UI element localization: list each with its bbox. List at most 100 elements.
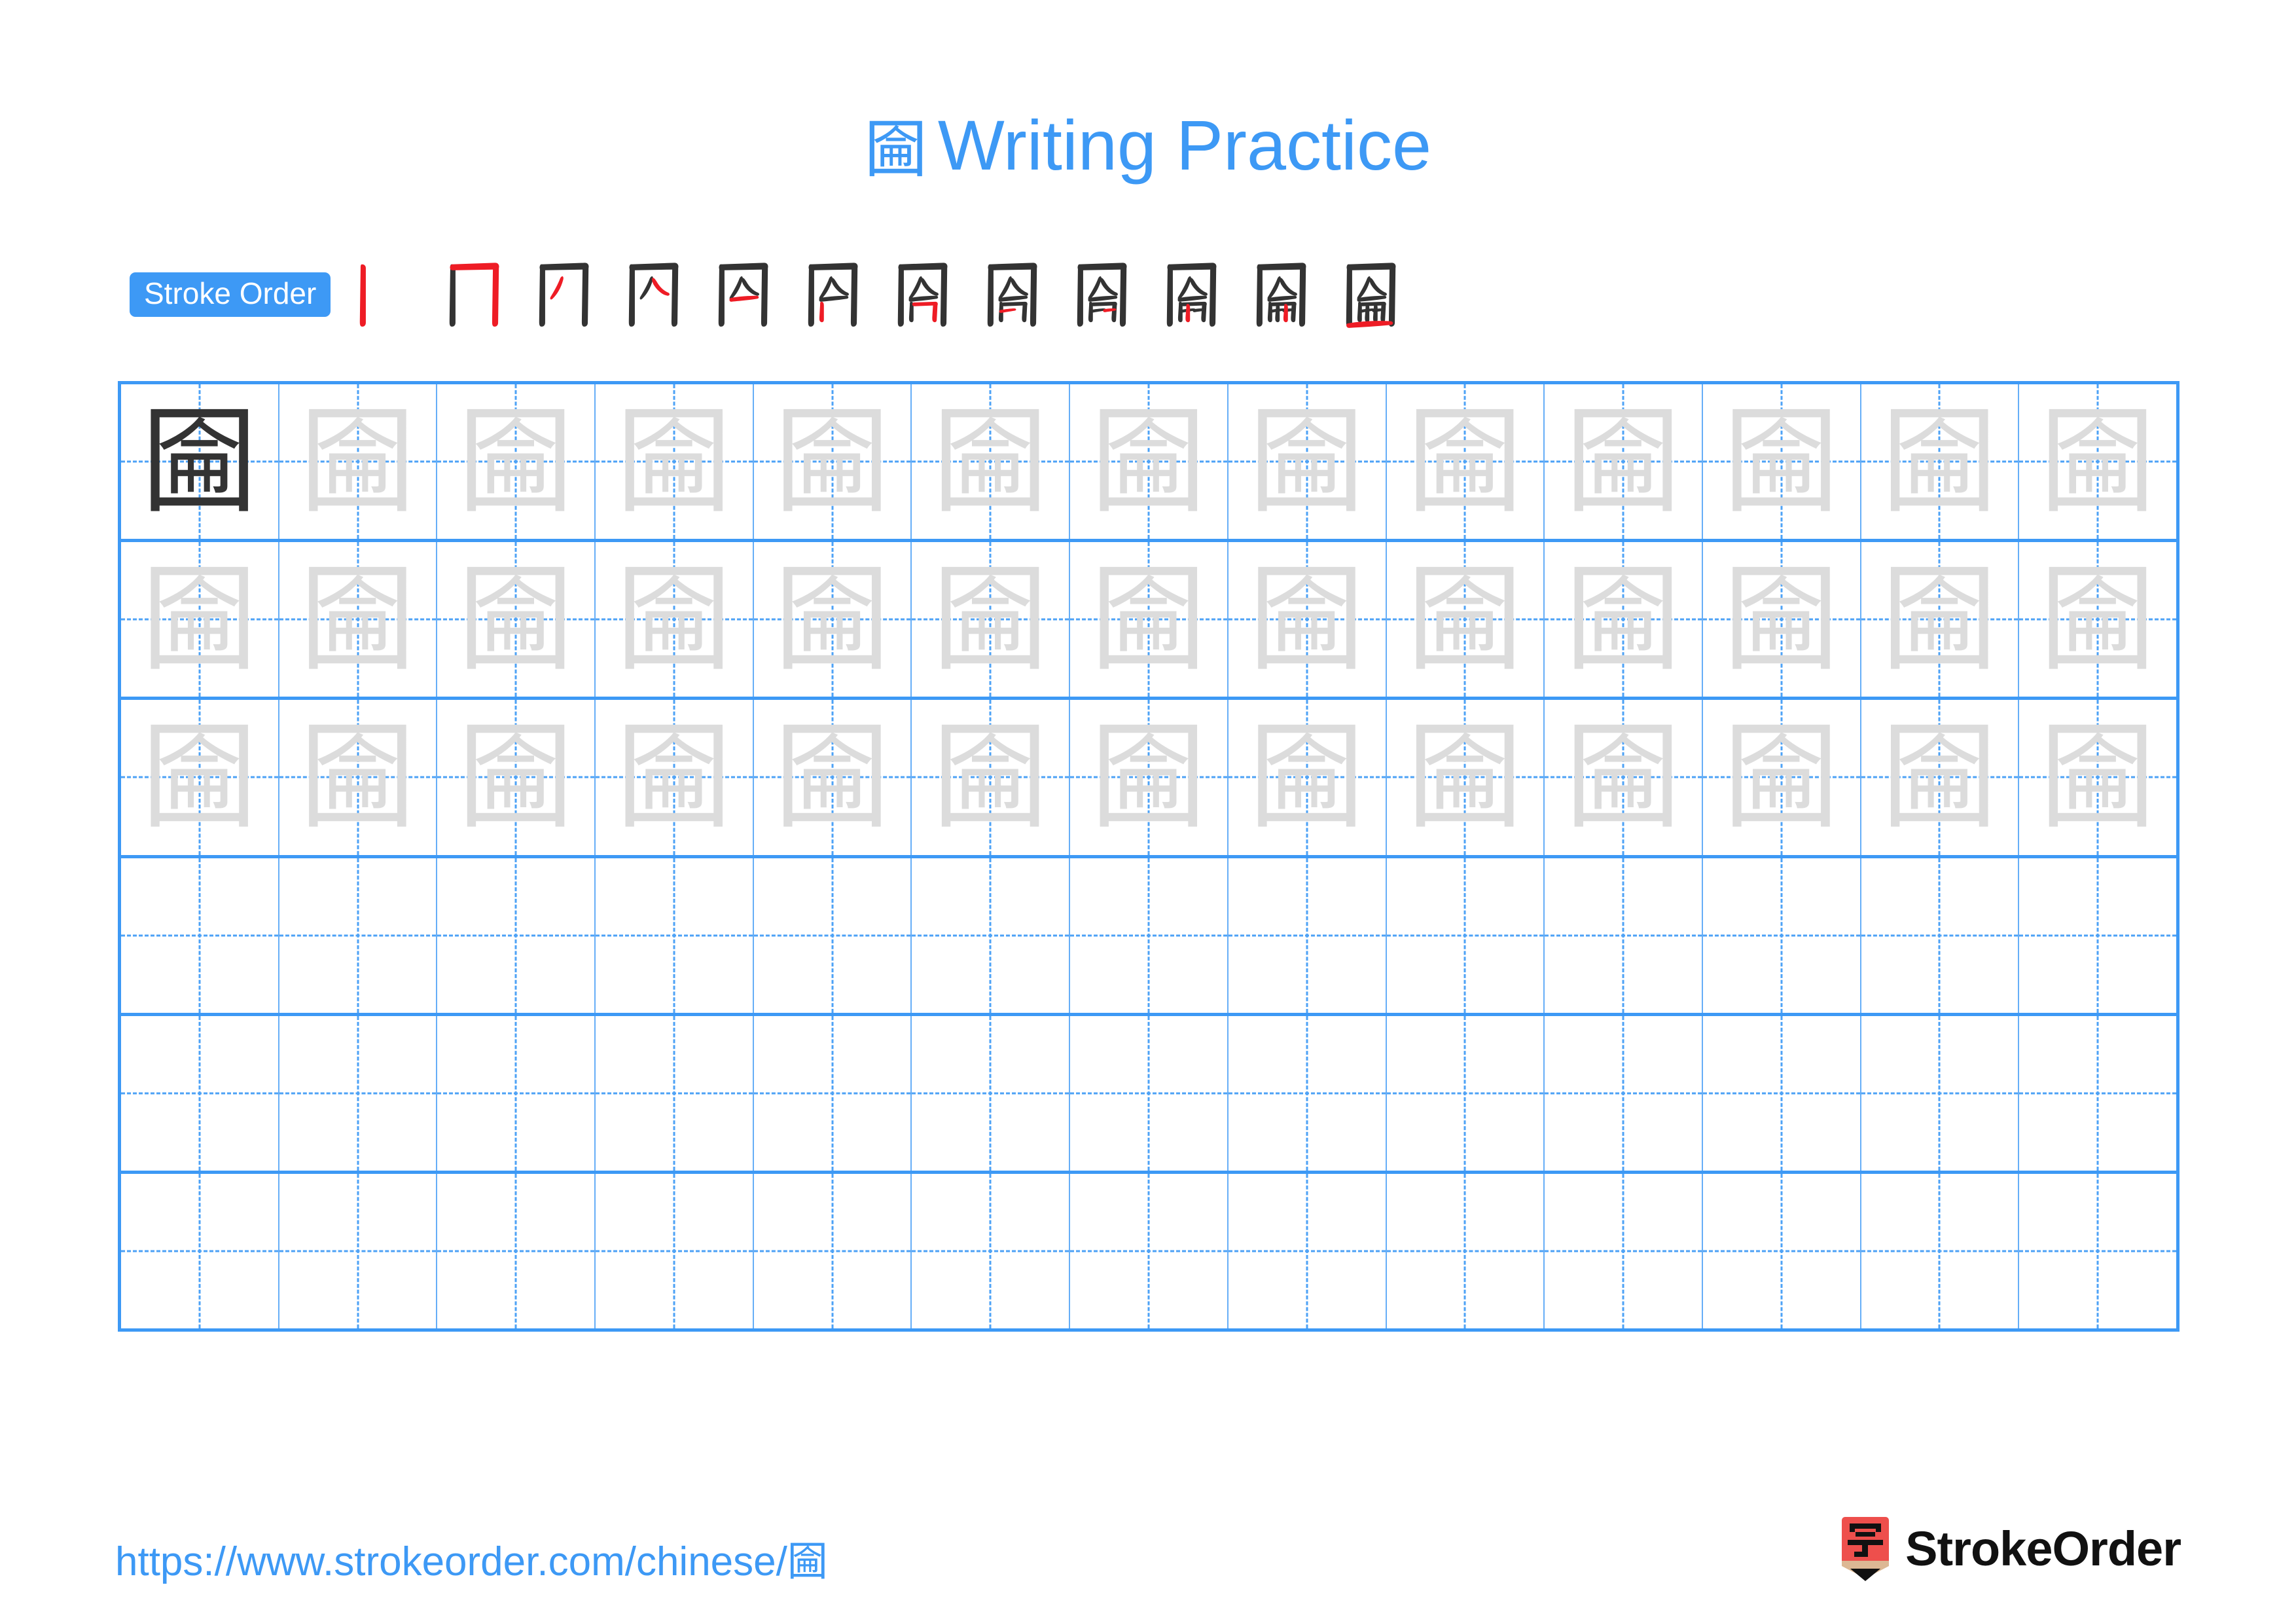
practice-cell-r4-c7[interactable]: [1070, 858, 1229, 1013]
practice-cell-r3-c8[interactable]: 圇: [1229, 700, 1387, 855]
practice-cell-r5-c9[interactable]: [1387, 1015, 1545, 1171]
practice-cell-r3-c11[interactable]: 圇: [1703, 700, 1861, 855]
practice-cell-r3-c2[interactable]: 圇: [279, 700, 438, 855]
practice-cell-r4-c13[interactable]: [2019, 858, 2176, 1013]
practice-cell-r4-c12[interactable]: [1861, 858, 2020, 1013]
trace-character: 圇: [1881, 554, 1998, 685]
empty-cell: [1545, 1016, 1702, 1171]
practice-cell-r4-c5[interactable]: [754, 858, 912, 1013]
practice-cell-r2-c1[interactable]: 圇: [121, 542, 279, 697]
practice-cell-r1-c3[interactable]: 圇: [437, 384, 596, 539]
practice-cell-r1-c13[interactable]: 圇: [2019, 384, 2176, 539]
practice-cell-r3-c4[interactable]: 圇: [596, 700, 754, 855]
practice-cell-r2-c5[interactable]: 圇: [754, 542, 912, 697]
practice-cell-r3-c10[interactable]: 圇: [1545, 700, 1703, 855]
practice-cell-r1-c7[interactable]: 圇: [1070, 384, 1229, 539]
practice-cell-r2-c8[interactable]: 圇: [1229, 542, 1387, 697]
page-title-text: Writing Practice: [937, 105, 1432, 185]
stroke-step-glyph-7: [898, 263, 948, 327]
empty-cell: [279, 1174, 437, 1328]
practice-cell-r3-c7[interactable]: 圇: [1070, 700, 1229, 855]
practice-cell-r5-c11[interactable]: [1703, 1015, 1861, 1171]
practice-cell-r5-c12[interactable]: [1861, 1015, 2020, 1171]
stroke-order-strip: [340, 255, 1416, 334]
practice-cell-r1-c2[interactable]: 圇: [279, 384, 438, 539]
practice-cell-r5-c2[interactable]: [279, 1015, 438, 1171]
practice-cell-r1-c9[interactable]: 圇: [1387, 384, 1545, 539]
practice-cell-r6-c4[interactable]: [596, 1173, 754, 1329]
practice-cell-r1-c4[interactable]: 圇: [596, 384, 754, 539]
practice-cell-r4-c3[interactable]: [437, 858, 596, 1013]
practice-cell-r2-c3[interactable]: 圇: [437, 542, 596, 697]
practice-cell-r6-c11[interactable]: [1703, 1173, 1861, 1329]
practice-cell-r1-c1[interactable]: 圇: [121, 384, 279, 539]
practice-cell-r1-c10[interactable]: 圇: [1545, 384, 1703, 539]
practice-cell-r4-c11[interactable]: [1703, 858, 1861, 1013]
practice-cell-r2-c9[interactable]: 圇: [1387, 542, 1545, 697]
practice-cell-r6-c6[interactable]: [912, 1173, 1071, 1329]
practice-cell-r2-c2[interactable]: 圇: [279, 542, 438, 697]
practice-cell-r3-c13[interactable]: 圇: [2019, 700, 2176, 854]
practice-cell-r2-c6[interactable]: 圇: [912, 542, 1071, 697]
trace-character: 圇: [1881, 396, 1998, 527]
practice-cell-r4-c8[interactable]: [1229, 858, 1387, 1013]
practice-cell-r3-c3[interactable]: 圇: [437, 700, 596, 855]
practice-cell-r3-c5[interactable]: 圇: [754, 700, 912, 855]
practice-cell-r5-c3[interactable]: [437, 1015, 596, 1171]
practice-cell-r6-c10[interactable]: [1545, 1173, 1703, 1329]
source-url-link[interactable]: https://www.strokeorder.com/chinese/圇: [115, 1528, 828, 1587]
practice-cell-r2-c10[interactable]: 圇: [1545, 542, 1703, 697]
trace-character: 圇: [299, 554, 416, 685]
practice-cell-r4-c4[interactable]: [596, 858, 754, 1013]
empty-cell: [437, 858, 594, 1013]
practice-cell-r6-c2[interactable]: [279, 1173, 438, 1329]
worksheet-page: 圇 Writing Practice Stroke Order 圇圇圇圇圇圇圇圇圇…: [0, 0, 2296, 1623]
empty-cell: [1387, 1016, 1544, 1171]
practice-cell-r1-c12[interactable]: 圇: [1861, 384, 2020, 539]
practice-cell-r5-c4[interactable]: [596, 1015, 754, 1171]
practice-cell-r6-c12[interactable]: [1861, 1173, 2020, 1329]
practice-cell-r3-c1[interactable]: 圇: [121, 700, 279, 855]
practice-cell-r3-c12[interactable]: 圇: [1861, 700, 2020, 855]
empty-cell: [754, 858, 911, 1013]
practice-cell-r5-c1[interactable]: [121, 1015, 279, 1171]
empty-cell: [754, 1174, 911, 1328]
practice-cell-r6-c3[interactable]: [437, 1173, 596, 1329]
practice-cell-r2-c12[interactable]: 圇: [1861, 542, 2020, 697]
practice-cell-r5-c7[interactable]: [1070, 1015, 1229, 1171]
stroke-step-1: [340, 255, 429, 334]
practice-cell-r5-c8[interactable]: [1229, 1015, 1387, 1171]
practice-cell-r6-c5[interactable]: [754, 1173, 912, 1329]
practice-cell-r2-c13[interactable]: 圇: [2019, 542, 2176, 697]
practice-cell-r6-c7[interactable]: [1070, 1173, 1229, 1329]
empty-cell: [1545, 858, 1702, 1013]
practice-grid-row: 圇圇圇圇圇圇圇圇圇圇圇圇圇: [121, 542, 2176, 701]
empty-cell: [1545, 1174, 1702, 1328]
practice-cell-r3-c6[interactable]: 圇: [912, 700, 1071, 855]
practice-cell-r4-c6[interactable]: [912, 858, 1071, 1013]
practice-cell-r6-c8[interactable]: [1229, 1173, 1387, 1329]
practice-cell-r6-c9[interactable]: [1387, 1173, 1545, 1329]
practice-cell-r5-c10[interactable]: [1545, 1015, 1703, 1171]
practice-cell-r3-c9[interactable]: 圇: [1387, 700, 1545, 855]
trace-character: 圇: [1881, 712, 1998, 843]
stroke-step-12: [1326, 255, 1416, 334]
practice-cell-r1-c11[interactable]: 圇: [1703, 384, 1861, 539]
practice-cell-r6-c13[interactable]: [2019, 1174, 2176, 1328]
practice-cell-r4-c2[interactable]: [279, 858, 438, 1013]
trace-character: 圇: [1723, 712, 1840, 843]
practice-cell-r2-c4[interactable]: 圇: [596, 542, 754, 697]
practice-cell-r5-c6[interactable]: [912, 1015, 1071, 1171]
practice-cell-r4-c9[interactable]: [1387, 858, 1545, 1013]
practice-cell-r6-c1[interactable]: [121, 1173, 279, 1329]
practice-cell-r5-c5[interactable]: [754, 1015, 912, 1171]
practice-cell-r1-c8[interactable]: 圇: [1229, 384, 1387, 539]
practice-cell-r1-c5[interactable]: 圇: [754, 384, 912, 539]
practice-cell-r2-c11[interactable]: 圇: [1703, 542, 1861, 697]
practice-cell-r4-c10[interactable]: [1545, 858, 1703, 1013]
practice-cell-r2-c7[interactable]: 圇: [1070, 542, 1229, 697]
practice-cell-r1-c6[interactable]: 圇: [912, 384, 1071, 539]
practice-cell-r5-c13[interactable]: [2019, 1016, 2176, 1171]
empty-cell: [1703, 1016, 1860, 1171]
practice-cell-r4-c1[interactable]: [121, 858, 279, 1013]
